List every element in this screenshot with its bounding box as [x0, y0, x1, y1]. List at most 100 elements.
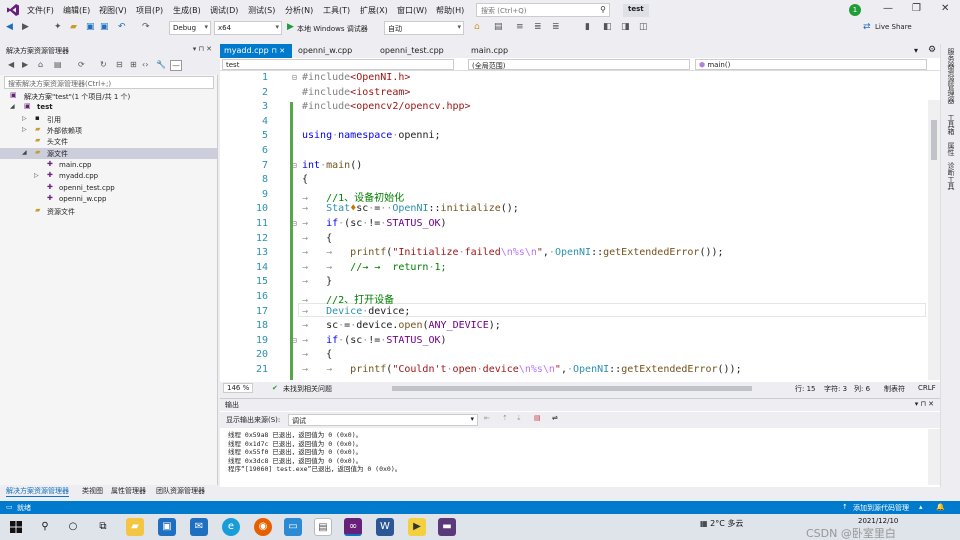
properties-icon[interactable]: 🔧 — [156, 60, 166, 69]
close-icon[interactable]: ✕ — [279, 47, 285, 55]
pane-controls-icon[interactable]: ▾ ⊓ ✕ — [193, 45, 212, 53]
diagnostic-tools-tab[interactable]: 诊断工具 — [946, 162, 956, 190]
tab-class-view[interactable]: 类视图 — [82, 486, 103, 496]
code-area[interactable]: 1 ⊟ #include<OpenNI.h> 2 #include<iostream>… — [220, 72, 940, 380]
start-debug-icon[interactable]: ▶ — [287, 22, 294, 32]
tree-external-deps[interactable]: ▷ ▰ 外部依赖项 — [0, 125, 217, 136]
menu-build[interactable]: 生成(B) — [173, 5, 201, 16]
expanded-icon[interactable]: ◢ — [22, 149, 27, 156]
tree-references[interactable]: ▷ ▪ 引用 — [0, 114, 217, 125]
indent-mode[interactable]: 制表符 — [884, 384, 905, 394]
uncomment-icon[interactable]: ≣ — [552, 22, 560, 32]
horizontal-scrollbar[interactable] — [392, 386, 752, 391]
toolbar-icon[interactable]: ▤ — [494, 22, 503, 32]
tree-header-files[interactable]: ▰ 头文件 — [0, 136, 217, 147]
close-icon[interactable]: ✕ — [941, 3, 949, 14]
menu-help[interactable]: 帮助(H) — [436, 5, 464, 16]
next-bookmark-icon[interactable]: ◨ — [621, 22, 630, 32]
menu-edit[interactable]: 编辑(E) — [63, 5, 90, 16]
tab-solution-explorer[interactable]: 解决方案资源管理器 — [6, 486, 69, 497]
menu-extensions[interactable]: 扩展(X) — [360, 5, 388, 16]
menu-view[interactable]: 视图(V) — [99, 5, 127, 16]
visual-studio-icon[interactable]: ∞ — [344, 518, 362, 536]
home-icon[interactable]: ⌂ — [38, 60, 43, 69]
edge-icon[interactable]: e — [222, 518, 240, 536]
tab-openni-w[interactable]: openni_w.cpp — [294, 44, 356, 58]
show-all-icon[interactable]: ⊞ — [130, 60, 137, 69]
tree-file-main[interactable]: ✚ main.cpp — [0, 160, 217, 171]
config-select[interactable]: Debug ▾ — [169, 21, 211, 35]
fold-toggle-icon[interactable]: ⊟ — [292, 219, 297, 228]
collapsed-icon[interactable]: ▷ — [34, 172, 39, 179]
scrollbar-thumb[interactable] — [931, 120, 937, 160]
vertical-scrollbar[interactable] — [928, 100, 940, 380]
tab-main[interactable]: main.cpp — [467, 44, 512, 58]
menu-test[interactable]: 测试(S) — [248, 5, 275, 16]
platform-select[interactable]: x64 ▾ — [214, 21, 282, 35]
back-icon[interactable]: ◀ — [8, 60, 14, 69]
project-dropdown[interactable]: test — [222, 59, 454, 70]
tab-openni-test[interactable]: openni_test.cpp — [376, 44, 448, 58]
notifications-icon[interactable]: 🔔 — [936, 503, 945, 511]
refresh-icon[interactable]: ↻ — [100, 60, 107, 69]
scope-dropdown[interactable]: (全局范围) — [468, 59, 690, 70]
next-message-icon[interactable]: ⇣ — [516, 414, 522, 422]
menu-debug[interactable]: 调试(D) — [210, 5, 238, 16]
menu-project[interactable]: 项目(P) — [136, 5, 163, 16]
open-folder-icon[interactable]: ▰ — [70, 22, 77, 32]
output-text[interactable]: 线程 0x59a8 已退出，返回值为 0 (0x0)。 线程 0x1d7c 已退出… — [228, 431, 401, 474]
collapsed-icon[interactable]: ▷ — [22, 126, 27, 133]
expanded-icon[interactable]: ◢ — [10, 103, 15, 110]
align-left-icon[interactable]: ≡ — [516, 22, 524, 32]
tree-project-test[interactable]: ◢ ▣ test — [0, 102, 217, 113]
issues-text[interactable]: 未找到相关问题 — [283, 384, 332, 394]
find-message-icon[interactable]: ⇤ — [484, 414, 490, 422]
visual-studio-logo-icon[interactable] — [6, 3, 20, 17]
browse-icon[interactable]: ⌂ — [474, 22, 480, 32]
zoom-level[interactable]: 146 % — [223, 383, 254, 393]
clock[interactable]: 2021/12/10 — [858, 517, 898, 526]
sync-icon[interactable]: ⟳ — [78, 60, 85, 69]
collapsed-icon[interactable]: ▷ — [22, 115, 27, 122]
switch-views-icon[interactable]: ▤ — [54, 60, 62, 69]
output-source-select[interactable]: 调试 ▾ — [288, 414, 478, 426]
line-endings[interactable]: CRLF — [918, 384, 936, 392]
toolbox-tab[interactable]: 工具箱 — [946, 114, 956, 135]
search-icon[interactable]: ⚲ — [36, 518, 54, 536]
tree-source-files[interactable]: ◢ ▰ 源文件 — [0, 148, 217, 159]
app-icon[interactable]: ▬ — [438, 518, 456, 536]
fold-toggle-icon[interactable]: ⊟ — [292, 336, 297, 345]
mail-icon[interactable]: ✉ — [190, 518, 208, 536]
tab-property-manager[interactable]: 属性管理器 — [111, 486, 146, 496]
menu-file[interactable]: 文件(F) — [27, 5, 54, 16]
back-icon[interactable]: ◀ — [6, 22, 13, 32]
menu-window[interactable]: 窗口(W) — [397, 5, 427, 16]
minimize-icon[interactable]: — — [883, 3, 893, 14]
clear-bookmarks-icon[interactable]: ◫ — [639, 22, 648, 32]
auto-select[interactable]: 自动 ▾ — [384, 21, 464, 35]
store-icon[interactable]: ▣ — [158, 518, 176, 536]
new-project-icon[interactable]: ✦ — [54, 22, 62, 32]
collapse-icon[interactable]: ⊟ — [116, 60, 123, 69]
fold-toggle-icon[interactable]: ⊟ — [292, 161, 297, 170]
debugger-label[interactable]: 本地 Windows 调试器 — [297, 24, 368, 34]
source-control-button[interactable]: 添加到源代码管理 — [853, 503, 909, 513]
tree-solution[interactable]: ▣ 解决方案"test"(1 个项目/共 1 个) — [0, 91, 217, 102]
tab-myadd[interactable]: myadd.cpp ⊓ ✕ — [220, 44, 292, 58]
notepad-icon[interactable]: ▤ — [314, 518, 332, 536]
tree-file-openni-w[interactable]: ✚ openni_w.cpp — [0, 194, 217, 205]
tree-resource-files[interactable]: ▰ 资源文件 — [0, 206, 217, 217]
tree-file-myadd[interactable]: ▷ ✚ myadd.cpp — [0, 171, 217, 182]
firefox-icon[interactable]: ◉ — [254, 518, 272, 536]
member-dropdown[interactable]: ⬢ main() — [695, 59, 927, 70]
menu-tools[interactable]: 工具(T) — [323, 5, 350, 16]
notification-badge[interactable]: 1 — [849, 4, 861, 16]
maximize-icon[interactable]: ❐ — [912, 3, 921, 14]
undo-icon[interactable]: ↶ — [118, 22, 126, 32]
windows-start-icon[interactable] — [10, 521, 22, 533]
preview-icon[interactable]: — — [170, 60, 182, 71]
tab-team-explorer[interactable]: 团队资源管理器 — [156, 486, 205, 496]
word-wrap-icon[interactable]: ⇌ — [552, 414, 558, 422]
menu-analyze[interactable]: 分析(N) — [285, 5, 313, 16]
cortana-icon[interactable]: ○ — [64, 518, 82, 536]
